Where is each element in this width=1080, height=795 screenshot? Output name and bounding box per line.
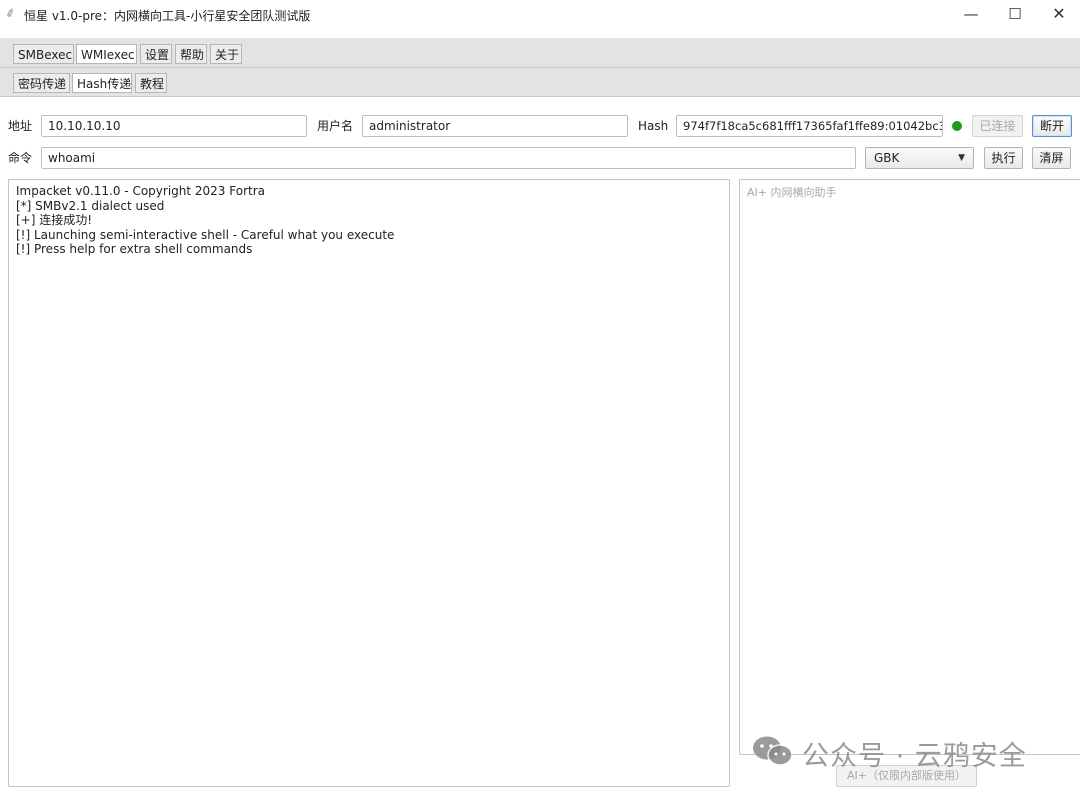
clear-screen-button[interactable]: 清屏 xyxy=(1032,147,1071,169)
command-label: 命令 xyxy=(8,151,33,165)
tab-password-pass[interactable]: 密码传递 xyxy=(13,73,70,93)
username-field[interactable]: administrator xyxy=(362,115,628,137)
console-output[interactable]: Impacket v0.11.0 - Copyright 2023 Fortra… xyxy=(8,179,730,787)
window-title: 恒星 v1.0-pre：内网横向工具-小行星安全团队测试版 xyxy=(24,9,311,23)
app-icon: ✐ xyxy=(4,5,18,22)
tab-settings[interactable]: 设置 xyxy=(140,44,172,64)
hash-label: Hash xyxy=(638,119,669,133)
address-label: 地址 xyxy=(8,119,33,133)
tab-hash-pass[interactable]: Hash传递 xyxy=(72,73,132,93)
tab-about[interactable]: 关于 xyxy=(210,44,242,64)
ai-assistant-input[interactable]: AI+ 内网横向助手 xyxy=(739,179,1080,755)
console-line: [!] Launching semi-interactive shell - C… xyxy=(16,227,395,242)
title-bar: ✐ 恒星 v1.0-pre：内网横向工具-小行星安全团队测试版 — ☐ ✕ xyxy=(0,0,1080,28)
disconnect-button[interactable]: 断开 xyxy=(1032,115,1072,137)
console-line: [!] Press help for extra shell commands xyxy=(16,242,253,257)
tab-wmiexec[interactable]: WMIexec xyxy=(76,44,137,64)
hash-field[interactable]: 974f7f18ca5c681fff17365faf1ffe89:01042bc… xyxy=(676,115,943,137)
command-input[interactable]: whoami xyxy=(41,147,856,169)
console-line: [*] SMBv2.1 dialect used xyxy=(16,198,165,213)
connected-button[interactable]: 已连接 xyxy=(972,115,1023,137)
wechat-icon xyxy=(753,736,793,766)
tab-smbexec[interactable]: SMBexec xyxy=(13,44,74,64)
username-label: 用户名 xyxy=(317,119,354,133)
chevron-down-icon: ▼ xyxy=(958,153,965,163)
watermark-text: 公众号 · 云鸦安全 xyxy=(802,741,1027,772)
close-button[interactable]: ✕ xyxy=(1036,0,1080,28)
main-tab-bar: SMBexec WMIexec 设置 帮助 关于 xyxy=(0,38,1080,68)
encoding-value: GBK xyxy=(874,151,900,165)
sub-tab-bar: 密码传递 Hash传递 教程 xyxy=(0,68,1080,97)
connection-status-indicator xyxy=(952,121,962,131)
tab-help[interactable]: 帮助 xyxy=(175,44,207,64)
address-field[interactable]: 10.10.10.10 xyxy=(41,115,307,137)
minimize-button[interactable]: — xyxy=(948,0,994,28)
maximize-button[interactable]: ☐ xyxy=(992,0,1038,28)
console-line: [+] 连接成功! xyxy=(16,213,93,228)
encoding-select[interactable]: GBK ▼ xyxy=(865,147,974,169)
execute-button[interactable]: 执行 xyxy=(984,147,1023,169)
console-line: Impacket v0.11.0 - Copyright 2023 Fortra xyxy=(16,184,265,198)
ai-placeholder: AI+ 内网横向助手 xyxy=(747,186,837,199)
tab-tutorial[interactable]: 教程 xyxy=(135,73,167,93)
